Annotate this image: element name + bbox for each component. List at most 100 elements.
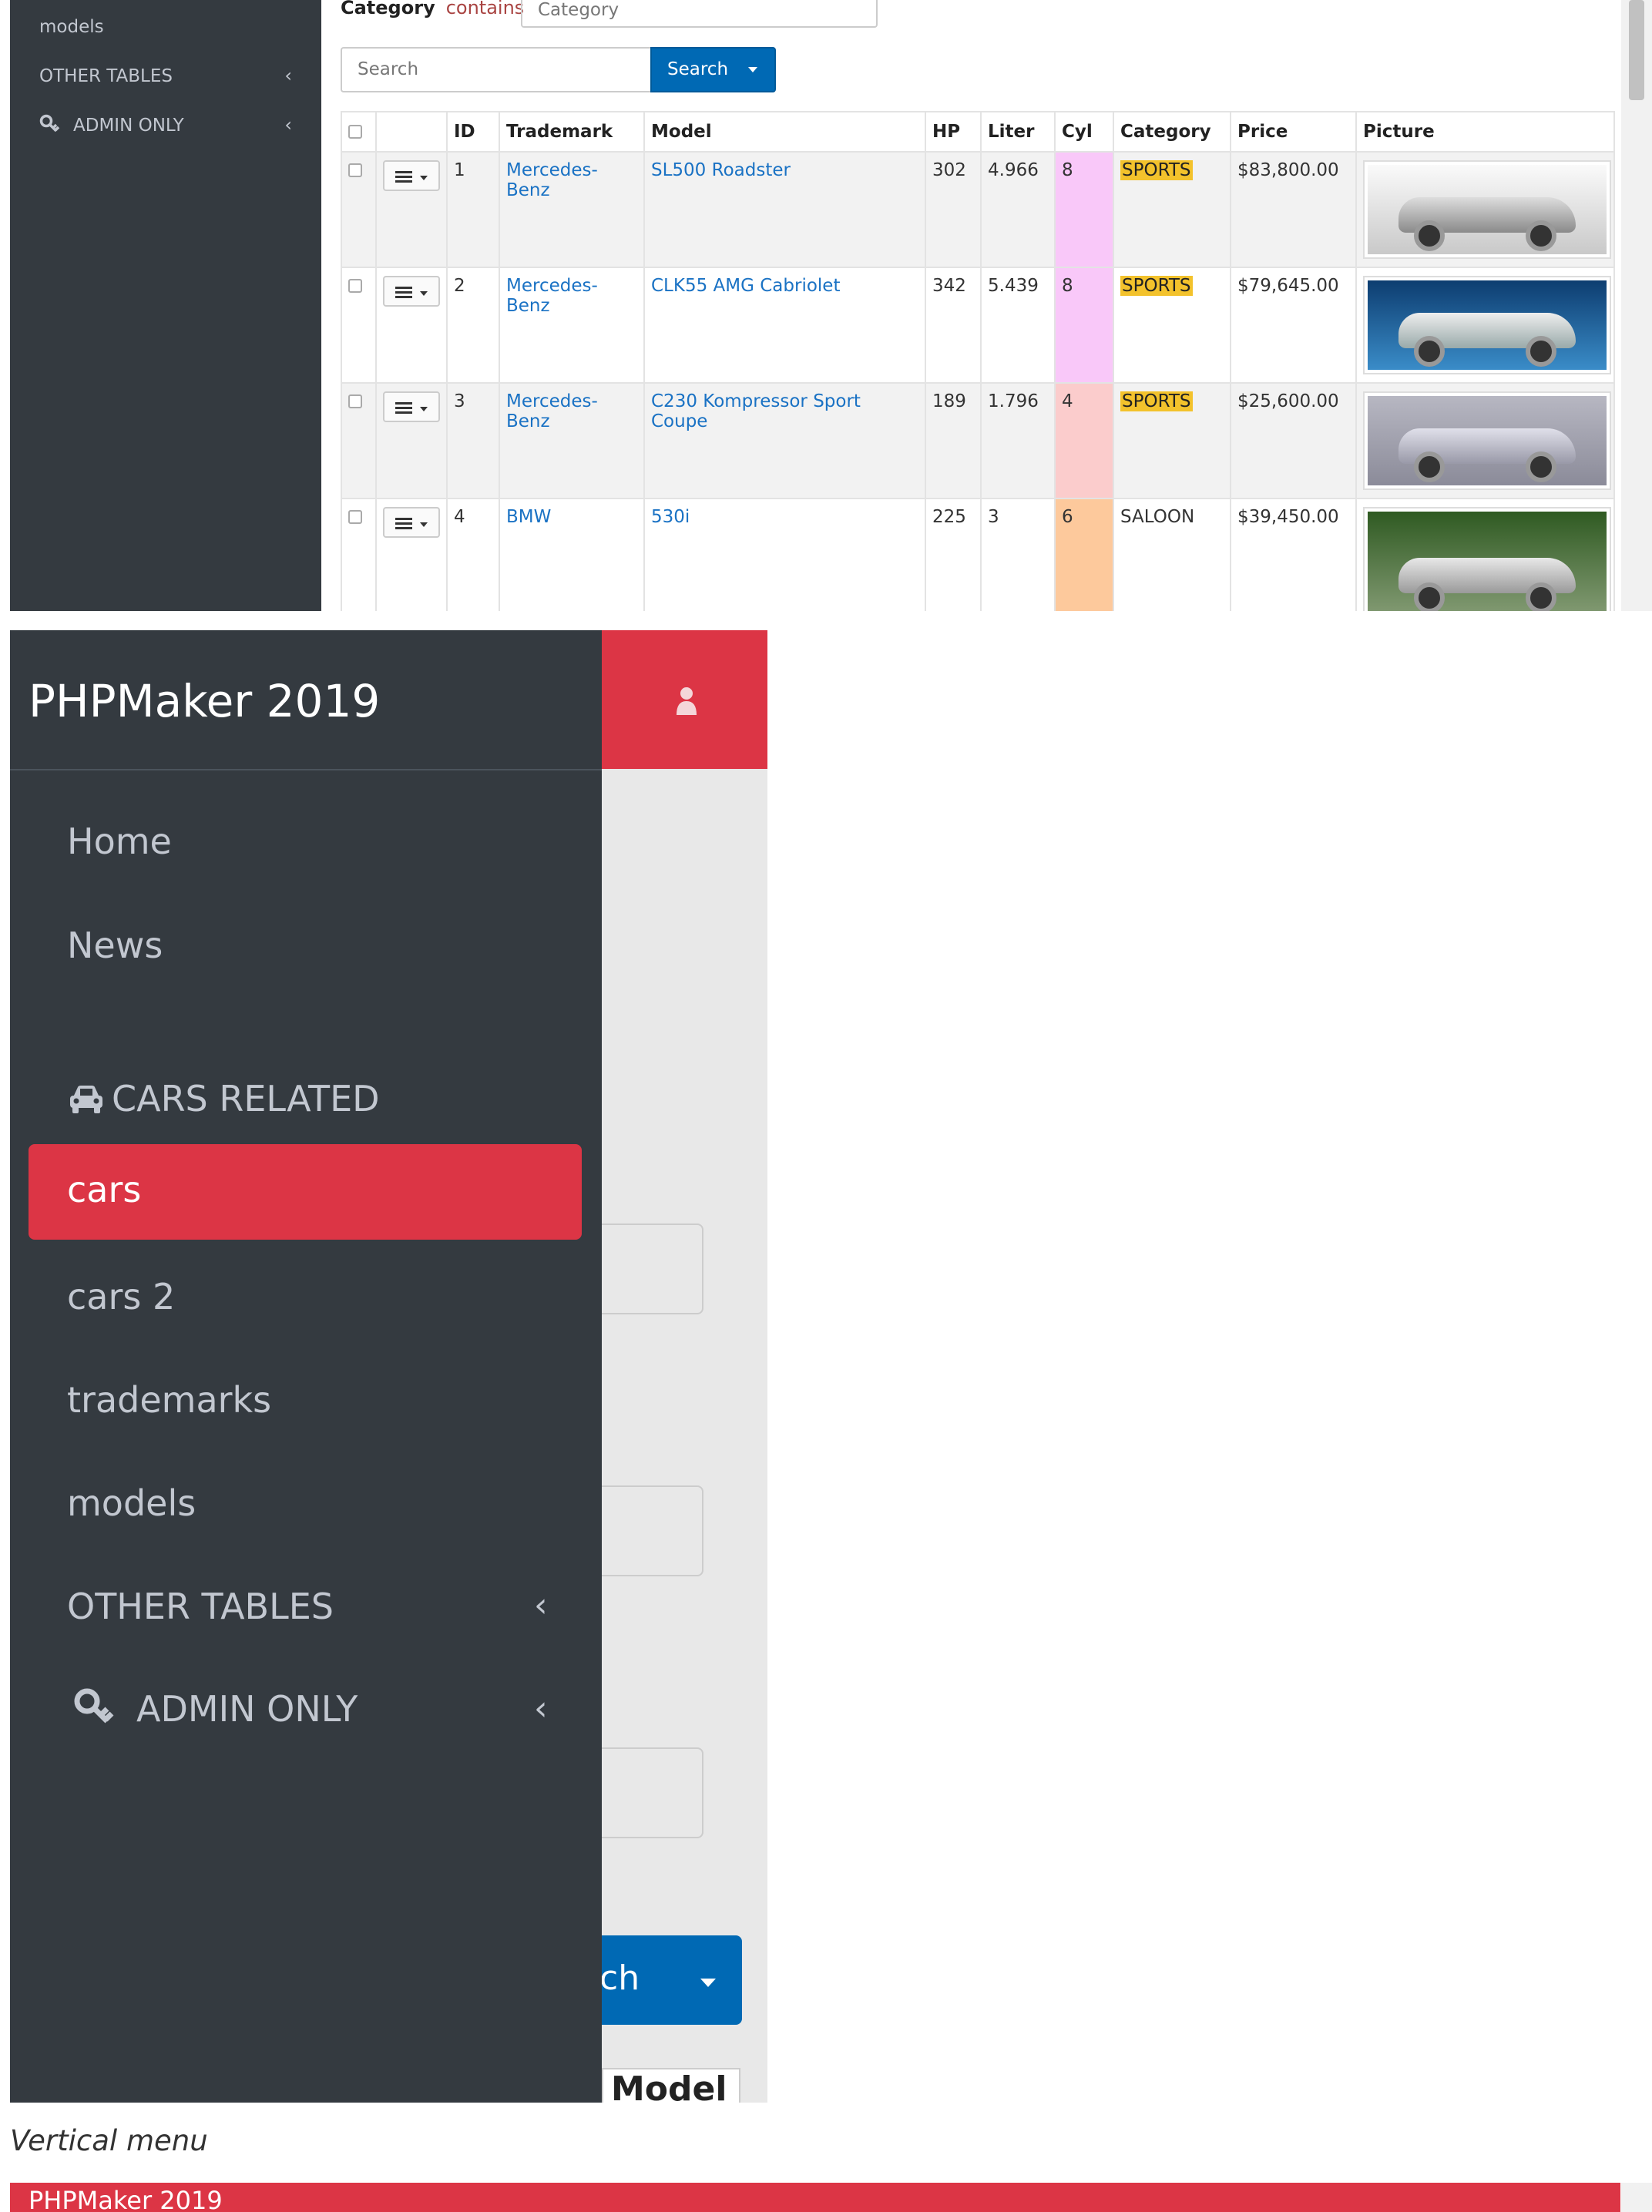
chevron-left-icon[interactable]: ‹ xyxy=(534,1689,548,1728)
model-cell: 530i xyxy=(643,498,926,611)
vertical-scrollbar[interactable] xyxy=(1621,2183,1652,2212)
menu-header-label: CARS RELATED xyxy=(112,1078,380,1119)
car-thumbnail[interactable] xyxy=(1363,276,1611,374)
scrollbar-thumb[interactable] xyxy=(1629,0,1644,100)
trademark-link[interactable]: Mercedes-Benz xyxy=(506,160,598,200)
chevron-left-icon[interactable]: ‹ xyxy=(284,65,292,86)
search-input[interactable]: Search xyxy=(341,47,651,92)
table-row: 3 Mercedes-Benz C230 Kompressor Sport Co… xyxy=(341,382,1615,499)
row-checkbox[interactable] xyxy=(348,394,362,408)
category-filter-input[interactable]: Category xyxy=(521,0,878,28)
sidebar-item-label: ADMIN ONLY xyxy=(73,116,184,136)
menu-item-models[interactable]: models xyxy=(67,1482,196,1524)
search-button[interactable]: Search xyxy=(650,47,776,92)
menu-item-other-tables[interactable]: OTHER TABLES xyxy=(67,1586,334,1627)
row-options-button[interactable] xyxy=(383,276,440,307)
column-header[interactable]: Price xyxy=(1230,111,1357,153)
trademark-cell: Mercedes-Benz xyxy=(499,382,645,499)
cars-table: ID Trademark Model HP Liter Cyl Category… xyxy=(341,111,1615,611)
row-checkbox[interactable] xyxy=(348,279,362,293)
menu-item-cars-active[interactable]: cars xyxy=(29,1144,582,1240)
menu-item-cars-2[interactable]: cars 2 xyxy=(67,1276,175,1317)
hp-cell: 189 xyxy=(925,382,982,499)
background-column-header: Model xyxy=(602,2068,740,2103)
vertical-scrollbar[interactable] xyxy=(1621,0,1652,611)
filter-operator: contains xyxy=(445,0,525,18)
trademark-link[interactable]: Mercedes-Benz xyxy=(506,391,598,431)
column-header[interactable]: Cyl xyxy=(1054,111,1114,153)
key-icon xyxy=(39,114,60,133)
row-options-button[interactable] xyxy=(383,160,440,191)
brand-title[interactable]: PHPMaker 2019 xyxy=(29,675,380,727)
select-all-checkbox[interactable] xyxy=(348,125,362,139)
price-cell: $79,645.00 xyxy=(1230,267,1357,384)
background-search-button: ch xyxy=(580,1935,742,2025)
trademark-link[interactable]: Mercedes-Benz xyxy=(506,276,598,316)
column-header[interactable]: Liter xyxy=(980,111,1056,153)
main-content: Category contains Category Search Search … xyxy=(321,0,1621,611)
column-header[interactable]: Picture xyxy=(1355,111,1615,153)
mobile-header-right xyxy=(602,630,767,769)
menu-item-trademarks[interactable]: trademarks xyxy=(67,1379,271,1421)
row-options-button[interactable] xyxy=(383,391,440,422)
liter-cell: 1.796 xyxy=(980,382,1056,499)
row-checkbox[interactable] xyxy=(348,510,362,524)
model-link[interactable]: 530i xyxy=(651,507,690,527)
picture-cell xyxy=(1355,382,1615,499)
menu-icon xyxy=(395,518,412,529)
sidebar: models OTHER TABLES ‹ ADMIN ONLY ‹ xyxy=(10,0,321,611)
column-header[interactable]: HP xyxy=(925,111,982,153)
user-icon[interactable] xyxy=(675,686,698,717)
search-button-label: Search xyxy=(667,59,729,79)
id-cell: 1 xyxy=(446,151,500,268)
sidebar-item-other-tables[interactable]: OTHER TABLES xyxy=(39,66,173,86)
row-options-button[interactable] xyxy=(383,507,440,538)
divider xyxy=(10,769,602,770)
model-link[interactable]: CLK55 AMG Cabriolet xyxy=(651,276,840,296)
vertical-menu: PHPMaker 2019 Home News CARS RELATED car… xyxy=(10,630,602,2103)
car-thumbnail[interactable] xyxy=(1363,507,1611,611)
sidebar-item-admin-only[interactable]: ADMIN ONLY xyxy=(39,114,184,136)
category-badge: SPORTS xyxy=(1120,276,1193,296)
chevron-left-icon[interactable]: ‹ xyxy=(284,114,292,136)
column-header[interactable]: Trademark xyxy=(499,111,645,153)
sidebar-item-models[interactable]: models xyxy=(39,17,104,37)
table-row: 4 BMW 530i 225 3 6 SALOON $39,450.00 xyxy=(341,498,1615,611)
menu-item-label: ADMIN ONLY xyxy=(136,1688,358,1730)
picture-cell xyxy=(1355,151,1615,268)
row-options-cell xyxy=(375,151,448,268)
brand-title[interactable]: PHPMaker 2019 xyxy=(29,2186,223,2212)
car-icon xyxy=(70,1086,102,1113)
column-header[interactable]: Model xyxy=(643,111,926,153)
caret-down-icon[interactable] xyxy=(748,67,757,72)
liter-cell: 3 xyxy=(980,498,1056,611)
horizontal-menu-screenshot: PHPMaker 2019 xyxy=(10,2183,1652,2212)
car-thumbnail[interactable] xyxy=(1363,160,1611,259)
key-icon xyxy=(74,1688,114,1724)
caret-down-icon xyxy=(420,522,428,527)
price-cell: $25,600.00 xyxy=(1230,382,1357,499)
menu-item-admin-only[interactable]: ADMIN ONLY xyxy=(73,1687,358,1730)
caret-down-icon xyxy=(700,1979,716,1987)
row-options-cell xyxy=(375,382,448,499)
cyl-cell: 4 xyxy=(1054,382,1114,499)
category-cell: SALOON xyxy=(1113,498,1231,611)
filter-label: Category contains xyxy=(341,0,524,18)
row-select-cell xyxy=(341,498,377,611)
price-cell: $83,800.00 xyxy=(1230,151,1357,268)
column-header[interactable]: ID xyxy=(446,111,500,153)
car-thumbnail[interactable] xyxy=(1363,391,1611,490)
menu-item-news[interactable]: News xyxy=(67,925,163,966)
model-link[interactable]: C230 Kompressor Sport Coupe xyxy=(651,391,861,431)
row-checkbox[interactable] xyxy=(348,163,362,177)
caret-down-icon xyxy=(420,407,428,411)
caret-down-icon xyxy=(420,176,428,180)
menu-item-home[interactable]: Home xyxy=(67,821,172,862)
id-cell: 2 xyxy=(446,267,500,384)
column-header[interactable]: Category xyxy=(1113,111,1231,153)
category-cell: SPORTS xyxy=(1113,382,1231,499)
model-link[interactable]: SL500 Roadster xyxy=(651,160,791,180)
chevron-left-icon[interactable]: ‹ xyxy=(534,1586,548,1625)
table-header-row: ID Trademark Model HP Liter Cyl Category… xyxy=(341,111,1615,153)
trademark-link[interactable]: BMW xyxy=(506,507,551,527)
